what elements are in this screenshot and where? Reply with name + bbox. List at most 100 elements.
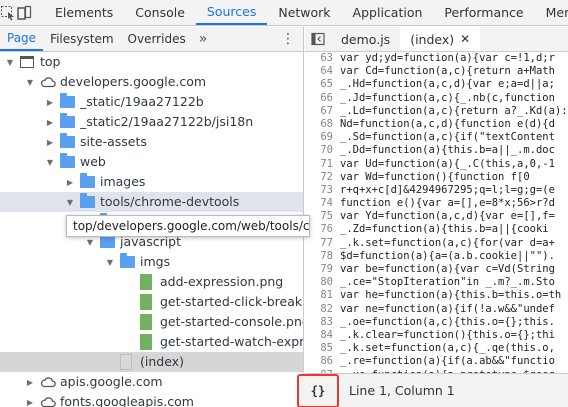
line-number: 75	[320, 210, 333, 223]
code-text: _.k.clear=function(){this.o={};thi	[340, 328, 555, 341]
tree-item[interactable]: get-started-watch-expression.png	[0, 332, 303, 352]
code-line: 78 $d=function(a){a=(a.b.cookie||"").	[305, 250, 568, 263]
tree-item[interactable]: ▶ apis.google.com	[0, 372, 303, 392]
caret-down-icon[interactable]: ▼	[64, 192, 76, 212]
tree-item[interactable]: add-expression.png	[0, 272, 303, 292]
tree-item[interactable]: get-started-click-breakpoint.png	[0, 292, 303, 312]
path-tooltip: top/developers.google.com/web/tools/chro…	[66, 215, 310, 237]
code-text: _.Dd=function(a){this.b=a||_.m.doc	[340, 144, 555, 157]
tree-item-label: get-started-console.png	[160, 314, 304, 329]
tree-item[interactable]: ▼ web	[0, 152, 303, 172]
line-number: 86	[320, 355, 333, 368]
code-text: _.re=function(a){if(a.ab&&"functio	[340, 355, 555, 368]
frame-icon	[20, 56, 34, 68]
code-text: _.k.set=function(a,c){for(var d=a+	[340, 236, 555, 249]
tab-filesystem[interactable]: Filesystem	[43, 27, 120, 51]
tree-item[interactable]: ▶ fonts.googleapis.com	[0, 392, 303, 407]
code-lines[interactable]: 63 var yd;yd=function(a){var c=!1,d;r 64 va…	[305, 52, 568, 398]
inspect-element-icon[interactable]	[0, 0, 16, 25]
tree-item[interactable]: ▼ top	[0, 52, 303, 72]
tree-item-label: get-started-click-breakpoint.png	[160, 294, 303, 309]
tree-item[interactable]: ▼ developers.google.com	[0, 72, 303, 92]
code-text: var yd;yd=function(a){var c=!1,d;r	[340, 52, 555, 64]
tree-item[interactable]: ▶ images	[0, 172, 303, 192]
pretty-print-button[interactable]: {}	[297, 373, 339, 407]
line-number: 68	[320, 117, 333, 130]
code-text: _.k.set=function(a,c){_.qe(this.o,	[340, 342, 555, 355]
line-number: 77	[320, 236, 333, 249]
tab-page[interactable]: Page	[0, 27, 44, 51]
more-tabs-button[interactable]: »	[193, 27, 214, 51]
tree-item[interactable]: ▶ _static2/19aa27122b/jsi18n	[0, 112, 303, 132]
line-number: 85	[320, 342, 333, 355]
toggle-navigator-icon[interactable]	[305, 27, 331, 51]
caret-right-icon[interactable]: ▶	[24, 392, 36, 407]
tree-item-label: top	[40, 54, 61, 69]
line-number: 63	[320, 52, 333, 64]
code-line: 86 _.re=function(a){if(a.ab&&"functio	[305, 355, 568, 368]
tab-network[interactable]: Network	[267, 0, 341, 25]
folder-icon	[100, 233, 115, 248]
code-line: 64 var Cd=function(a,c){return a+Math	[305, 65, 568, 78]
code-text: var Cd=function(a,c){return a+Math	[340, 65, 555, 78]
tab-console[interactable]: Console	[124, 0, 196, 25]
tab-overrides[interactable]: Overrides	[121, 27, 193, 51]
code-line: 73 r+q+x+c[d]&4294967295;q=l;l=g;g=(e	[305, 184, 568, 197]
tab-sources[interactable]: Sources	[195, 0, 268, 25]
line-number: 74	[320, 197, 333, 210]
kebab-menu-icon[interactable]: ⋮	[273, 27, 303, 51]
code-line: 65 _.Hd=function(a,c,d){var e;a=d||a;	[305, 78, 568, 91]
code-line: 76 _.Zd=function(a){this.b=a||{cooki	[305, 223, 568, 236]
tree-item[interactable]: (index)	[0, 352, 303, 372]
tree-item[interactable]: ▶ _static/19aa27122b	[0, 92, 303, 112]
editor-tab-demo-js[interactable]: demo.js	[331, 27, 400, 51]
folder-icon	[60, 113, 75, 128]
caret-right-icon[interactable]: ▶	[64, 172, 76, 192]
line-number: 82	[320, 302, 333, 315]
caret-down-icon[interactable]: ▼	[104, 252, 116, 272]
caret-right-icon[interactable]: ▶	[24, 372, 36, 392]
tree-item[interactable]: get-started-console.png	[0, 312, 303, 332]
tree-item[interactable]: ▶ site-assets	[0, 132, 303, 152]
line-number: 76	[320, 223, 333, 236]
folder-icon	[80, 193, 95, 208]
code-editor: demo.js (index) ✕ 63 var yd;yd=function(a)…	[305, 27, 568, 407]
tree-item[interactable]: ▼ tools/chrome-devtools	[0, 192, 303, 212]
code-line: 66 _.Jd=function(a,c){_.nb(c,function	[305, 92, 568, 105]
code-line: 77 _.k.set=function(a,c){for(var d=a+	[305, 237, 568, 250]
code-text: function e(){var a=[],e=8*x;56>r?d	[340, 197, 555, 210]
code-line: 70 _.Dd=function(a){this.b=a||_.m.doc	[305, 144, 568, 157]
code-text: _.Sd=function(a,c){if("textContent	[340, 131, 555, 144]
caret-down-icon[interactable]: ▼	[4, 52, 16, 72]
line-number: 84	[320, 328, 333, 341]
tree-item-label: images	[100, 174, 146, 189]
code-text: var be=function(a){var c=Vd(String	[340, 263, 555, 275]
line-number: 81	[320, 289, 333, 302]
close-tab-icon[interactable]: ✕	[460, 32, 470, 46]
editor-tab-index[interactable]: (index) ✕	[400, 27, 481, 51]
tab-memory[interactable]: Memo	[535, 0, 568, 25]
tree-item-label: _static2/19aa27122b/jsi18n	[80, 114, 254, 129]
tab-elements[interactable]: Elements	[44, 0, 124, 25]
tab-performance[interactable]: Performance	[433, 0, 534, 25]
caret-right-icon[interactable]: ▶	[44, 112, 56, 132]
line-number: 72	[320, 170, 333, 183]
caret-down-icon[interactable]: ▼	[24, 72, 36, 92]
caret-right-icon[interactable]: ▶	[44, 92, 56, 112]
tree-item-label: web	[80, 154, 106, 169]
cloud-icon	[40, 397, 56, 407]
code-text: _.ce="StopIteration"in _.m?_.m.Sto	[340, 276, 555, 289]
code-text: Nd=function(a,c,d){function e(d){d	[340, 117, 555, 130]
tab-application[interactable]: Application	[342, 0, 434, 25]
device-toolbar-icon[interactable]	[16, 0, 32, 25]
caret-right-icon[interactable]: ▶	[44, 132, 56, 152]
cloud-icon	[40, 77, 56, 88]
tree-item[interactable]: ▼ imgs	[0, 252, 303, 272]
cursor-position: Line 1, Column 1	[349, 383, 455, 398]
line-number: 65	[320, 78, 333, 91]
line-number: 79	[320, 263, 333, 275]
line-number: 78	[320, 249, 333, 262]
code-line: 82 var ne=function(a){if(!a.w&&"undef	[305, 303, 568, 316]
caret-down-icon[interactable]: ▼	[44, 152, 56, 172]
code-text: var Yd=function(a,c,d){var e=[],f=	[340, 210, 555, 223]
